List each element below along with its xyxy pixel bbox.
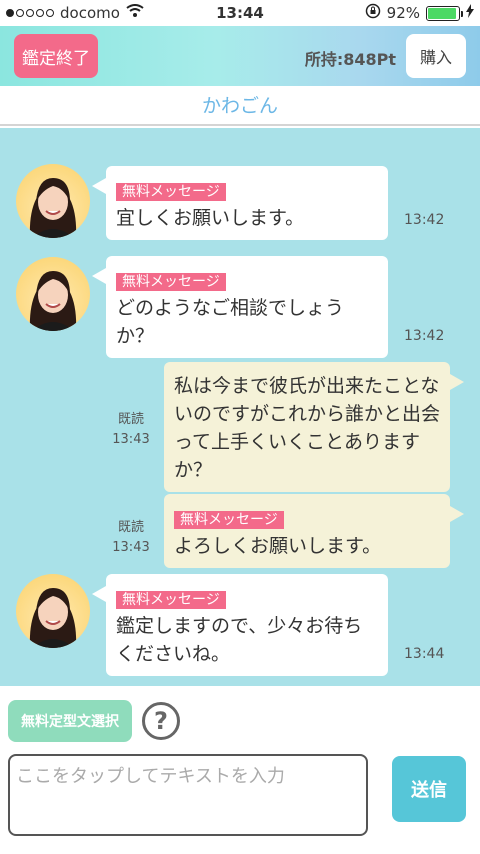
read-label: 既読 [117,520,144,535]
end-session-button[interactable]: 鑑定終了 [14,34,98,78]
points-balance: 所持:848Pt [304,50,396,69]
template-select-button[interactable]: 無料定型文選択 [8,700,132,742]
help-icon[interactable]: ? [142,702,180,740]
free-message-tag: 無料メッセージ [174,511,284,529]
message-text: 鑑定しますので、少々お待ちくださいね。 [116,615,363,665]
free-message-tag: 無料メッセージ [116,591,226,609]
read-receipt: 既読 13:43 [110,518,152,558]
input-footer: 無料定型文選択 ? 送信 [0,686,480,854]
message-bubble: 無料メッセージ どのようなご相談でしょうか？ [92,256,388,358]
message-text: 宜しくお願いします。 [116,207,305,229]
rotation-lock-icon [365,3,381,23]
message-input[interactable] [8,754,368,836]
buy-button[interactable]: 購入 [406,34,466,78]
charging-icon [466,4,474,22]
chat-area[interactable]: 無料メッセージ 宜しくお願いします。 13:42 無料メッセージ どのようなご相… [0,128,480,686]
free-message-tag: 無料メッセージ [116,273,226,291]
read-label: 既読 [117,412,144,427]
advisor-avatar [16,164,90,238]
message-time: 13:42 [404,212,445,228]
user-message-bubble: 私は今まで彼氏が出来たことないのですがこれから誰かと出会って上手くいくことありま… [164,362,464,492]
message-bubble: 無料メッセージ 宜しくお願いします。 [92,166,388,240]
read-receipt: 既読 13:43 [110,410,152,450]
message-time: 13:43 [112,432,150,447]
message-bubble: 無料メッセージ 鑑定しますので、少々お待ちくださいね。 [92,574,388,676]
message-text: どのようなご相談でしょうか？ [116,297,345,347]
message-time: 13:42 [404,328,445,344]
message-text: よろしくお願いします。 [174,535,382,557]
free-message-tag: 無料メッセージ [116,183,226,201]
user-message-bubble: 無料メッセージ よろしくお願いします。 [164,494,464,568]
message-time: 13:44 [404,646,445,662]
advisor-avatar [16,574,90,648]
send-button[interactable]: 送信 [392,756,466,822]
advisor-avatar [16,257,90,331]
app-header: 鑑定終了 所持:848Pt 購入 [0,26,480,86]
message-time: 13:43 [112,540,150,555]
message-text: 私は今まで彼氏が出来たことないのですがこれから誰かと出会って上手くいくことありま… [174,375,441,481]
status-bar: docomo 13:44 92% [0,0,480,26]
battery-icon [426,5,463,21]
battery-percent: 92% [386,4,420,22]
advisor-name: かわごん [0,86,480,126]
